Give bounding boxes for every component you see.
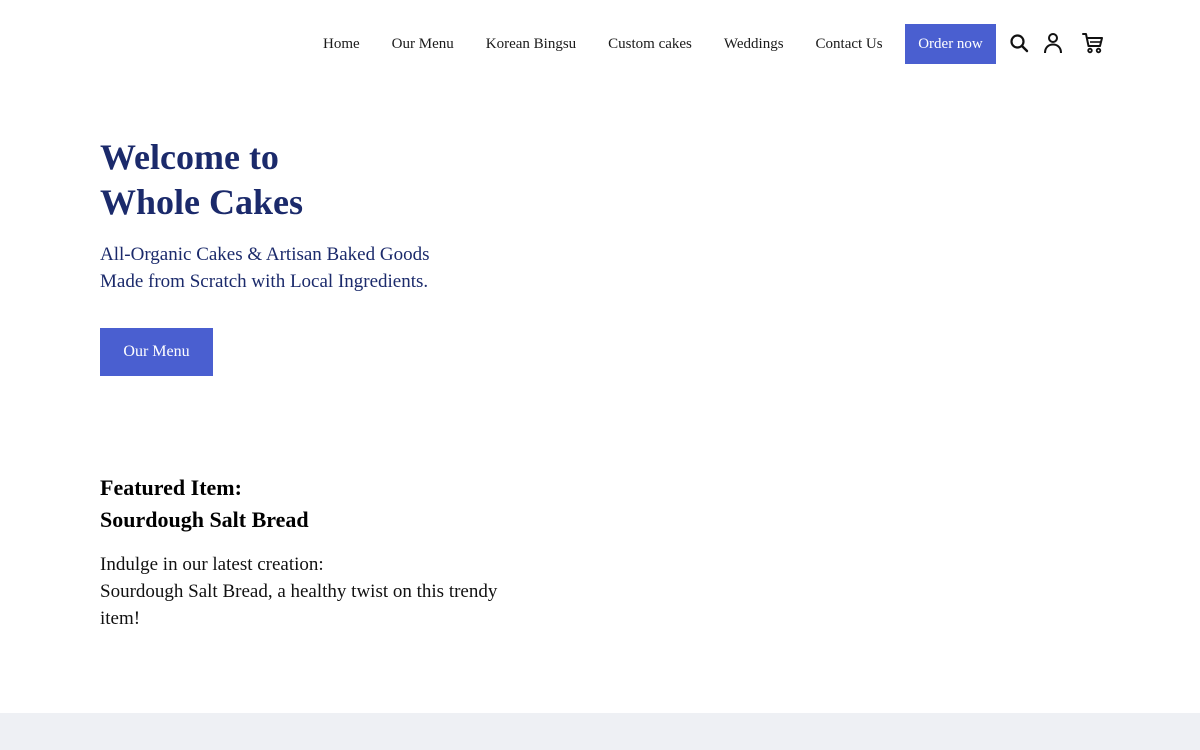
featured-heading-line-2: Sourdough Salt Bread [100, 507, 309, 532]
hero-subtitle: All-Organic Cakes & Artisan Baked Goods … [100, 241, 429, 295]
featured-heading: Featured Item: Sourdough Salt Bread [100, 472, 309, 536]
hero-title-line-1: Welcome to [100, 137, 279, 177]
nav-item-korean-bingsu[interactable]: Korean Bingsu [470, 36, 592, 53]
search-icon[interactable] [1008, 31, 1030, 55]
featured-description-line-2: Sourdough Salt Bread, a healthy twist on… [100, 581, 498, 629]
account-icon[interactable] [1042, 31, 1064, 55]
nav-item-home[interactable]: Home [307, 36, 376, 53]
page: Home Our Menu Korean Bingsu Custom cakes… [0, 0, 1200, 750]
footer-band [0, 713, 1200, 750]
hero-title: Welcome to Whole Cakes [100, 135, 303, 225]
hero-subtitle-line-2: Made from Scratch with Local Ingredients… [100, 271, 429, 292]
cart-icon[interactable] [1082, 31, 1104, 55]
hero-subtitle-line-1: All-Organic Cakes & Artisan Baked Goods [100, 244, 430, 265]
nav-item-our-menu[interactable]: Our Menu [376, 36, 470, 53]
nav-item-custom-cakes[interactable]: Custom cakes [592, 36, 708, 53]
featured-description-line-1: Indulge in our latest creation: [100, 554, 324, 575]
main-nav: Home Our Menu Korean Bingsu Custom cakes… [307, 24, 899, 64]
site-header: Home Our Menu Korean Bingsu Custom cakes… [0, 0, 1200, 86]
nav-item-contact-us[interactable]: Contact Us [800, 36, 899, 53]
featured-heading-line-1: Featured Item: [100, 475, 242, 500]
order-now-button[interactable]: Order now [905, 24, 996, 64]
hero-title-line-2: Whole Cakes [100, 182, 304, 222]
nav-item-weddings[interactable]: Weddings [708, 36, 800, 53]
featured-description: Indulge in our latest creation: Sourdoug… [100, 551, 500, 632]
our-menu-button[interactable]: Our Menu [100, 328, 213, 376]
